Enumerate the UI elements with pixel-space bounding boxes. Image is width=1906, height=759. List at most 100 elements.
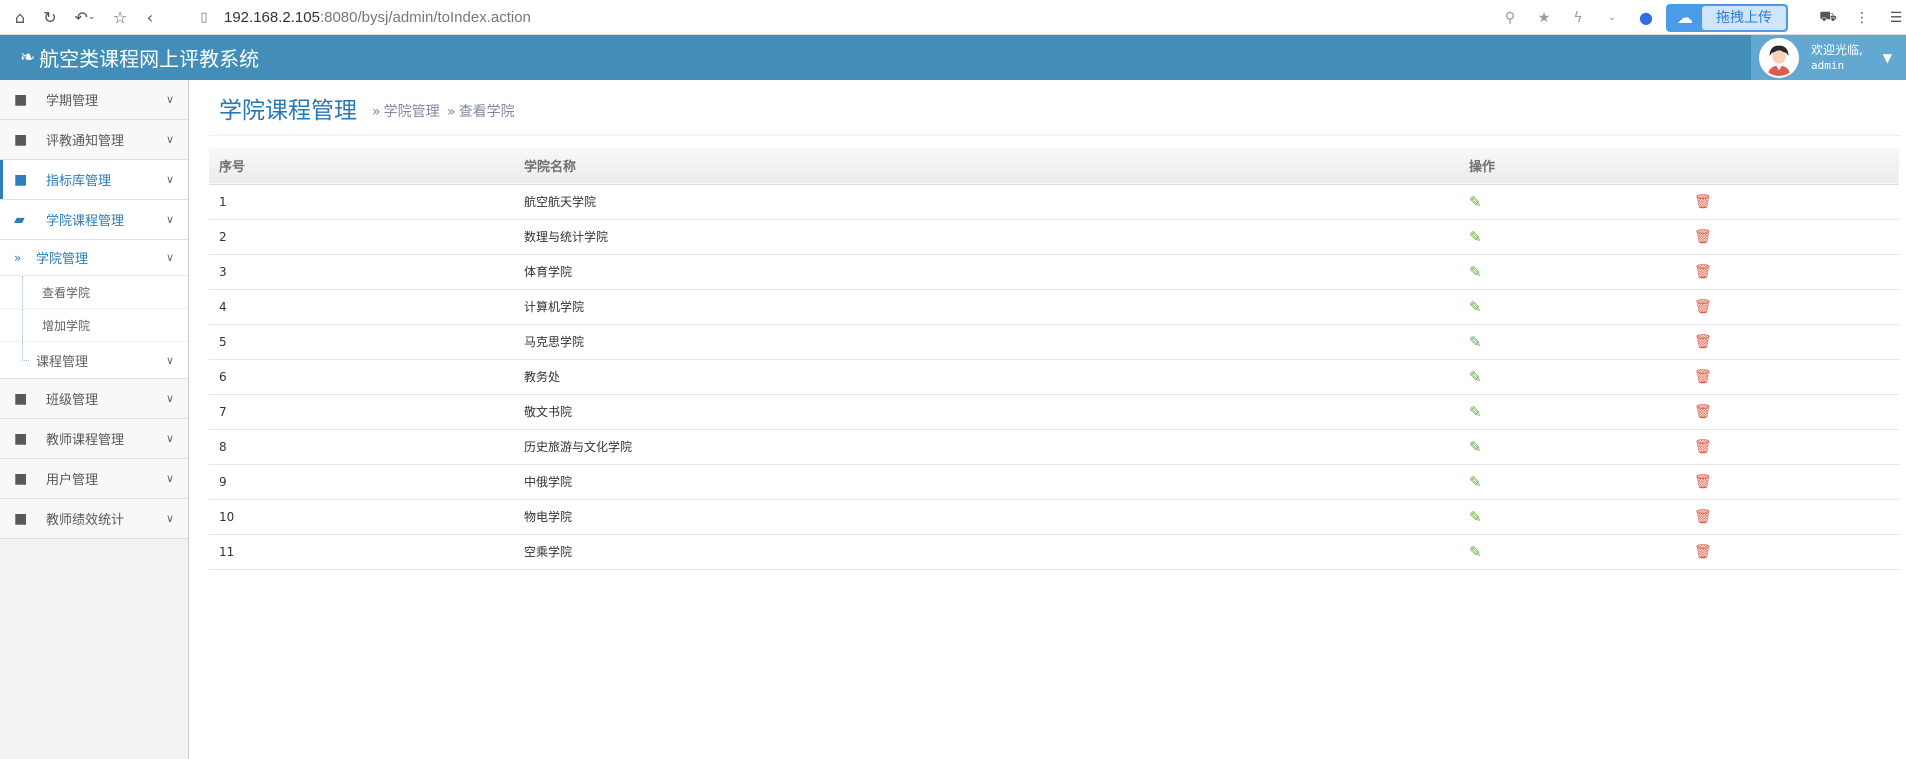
menu-icon[interactable]: ☰ [1886, 8, 1906, 28]
double-angle-right-icon: » [372, 103, 381, 120]
leaf-icon: ❧ [20, 47, 36, 68]
chevron-down-icon: ∨ [165, 353, 174, 367]
cell-index: 7 [219, 404, 227, 419]
lightning-icon[interactable]: ϟ [1568, 8, 1588, 28]
sidebar-subitem-course[interactable]: 课程管理 ∨ [0, 342, 188, 378]
page-header: 学院课程管理 » 学院管理 » 查看学院 [209, 80, 1901, 136]
back-icon[interactable]: ‹ [140, 7, 160, 27]
chevron-down-icon: ∨ [165, 432, 174, 445]
sidebar-item-performance[interactable]: ■ 教师绩效统计 ∨ [0, 499, 188, 539]
table-row: 10 物电学院 ✎ 🗑 [209, 499, 1899, 534]
chevron-down-icon: ∨ [165, 512, 174, 525]
college-table: 序号 学院名称 操作 1 航空航天学院 ✎ 🗑 2 数理与统计学院 ✎ 🗑 3 体育学院 ✎ 🗑 4 计算… [209, 148, 1899, 570]
cell-edit: ✎ [1459, 184, 1684, 219]
edit-icon[interactable]: ✎ [1469, 193, 1482, 211]
favorite-icon[interactable]: ★ [1534, 8, 1554, 28]
cell-delete: 🗑 [1684, 394, 1899, 429]
sidebar-item-college-course[interactable]: ▰ 学院课程管理 ∨ [0, 200, 188, 240]
chevron-down-icon: ∨ [165, 251, 174, 264]
table-row: 4 计算机学院 ✎ 🗑 [209, 289, 1899, 324]
sidebar-item-label: 学院课程管理 [46, 214, 125, 229]
edit-icon[interactable]: ✎ [1469, 508, 1482, 526]
column-header-name: 学院名称 [524, 160, 577, 176]
brand[interactable]: ❧ 航空类课程网上评教系统 [20, 43, 259, 72]
cell-edit: ✎ [1459, 394, 1684, 429]
sidebar-item-notice[interactable]: ■ 评教通知管理 ∨ [0, 120, 188, 160]
edit-icon[interactable]: ✎ [1469, 228, 1482, 246]
edit-icon[interactable]: ✎ [1469, 473, 1482, 491]
sidebar-item-semester[interactable]: ■ 学期管理 ∨ [0, 80, 188, 120]
cell-index: 6 [219, 369, 227, 384]
cell-delete: 🗑 [1684, 534, 1899, 569]
sidebar-item-users[interactable]: ■ 用户管理 ∨ [0, 459, 188, 499]
folder-open-icon: ▰ [14, 211, 25, 228]
bookmark-star-icon[interactable]: ☆ [110, 7, 130, 27]
cell-index: 1 [219, 194, 227, 209]
submenu: » 学院管理 ∨ 查看学院 增加学院 课程管理 ∨ [0, 240, 188, 379]
cell-index: 8 [219, 439, 227, 454]
trash-icon[interactable]: 🗑 [1694, 369, 1712, 385]
app-title: 航空类课程网上评教系统 [39, 47, 260, 71]
sidebar-link-add-college[interactable]: 增加学院 [0, 309, 188, 342]
edit-icon[interactable]: ✎ [1469, 298, 1482, 316]
upload-button[interactable]: ☁ 拖拽上传 [1666, 3, 1788, 32]
cart-icon[interactable]: ⛟ [1818, 8, 1838, 28]
sidebar-item-class[interactable]: ■ 班级管理 ∨ [0, 379, 188, 419]
cell-delete: 🗑 [1684, 429, 1899, 464]
sidebar-item-label: 指标库管理 [46, 174, 112, 189]
edit-icon[interactable]: ✎ [1469, 543, 1482, 561]
reload-icon[interactable]: ↻ [40, 7, 60, 27]
cell-index: 11 [219, 544, 235, 559]
table-body: 1 航空航天学院 ✎ 🗑 2 数理与统计学院 ✎ 🗑 3 体育学院 ✎ 🗑 4 计算机学院 ✎ 🗑 5 马克思学院… [209, 184, 1899, 569]
sidebar-subitem-college[interactable]: » 学院管理 ∨ [0, 240, 188, 276]
edit-icon[interactable]: ✎ [1469, 438, 1482, 456]
table-row: 11 空乘学院 ✎ 🗑 [209, 534, 1899, 569]
trash-icon[interactable]: 🗑 [1694, 474, 1712, 490]
home-icon[interactable]: ⌂ [10, 7, 30, 27]
trash-icon[interactable]: 🗑 [1694, 334, 1712, 350]
sidebar: ■ 学期管理 ∨ ■ 评教通知管理 ∨ ■ 指标库管理 ∨ ▰ 学院课程管理 ∨… [0, 80, 189, 759]
baidu-paw-icon[interactable]: ● [1636, 8, 1656, 28]
edit-icon[interactable]: ✎ [1469, 403, 1482, 421]
trash-icon[interactable]: 🗑 [1694, 439, 1712, 455]
cloud-icon: ☁ [1677, 8, 1693, 27]
cell-index: 9 [219, 474, 227, 489]
sidebar-subitem-label: 学院管理 [36, 252, 89, 267]
cell-college-name: 教务处 [524, 370, 561, 384]
sidebar-item-teacher-course[interactable]: ■ 教师课程管理 ∨ [0, 419, 188, 459]
cell-edit: ✎ [1459, 324, 1684, 359]
folder-icon: ■ [14, 510, 28, 527]
sidebar-link-view-college[interactable]: 查看学院 [0, 276, 188, 309]
double-angle-right-icon: » [447, 103, 456, 120]
breadcrumb-item: 查看学院 [458, 103, 515, 120]
trash-icon[interactable]: 🗑 [1694, 229, 1712, 245]
upload-label: 拖拽上传 [1702, 5, 1786, 30]
trash-icon[interactable]: 🗑 [1694, 194, 1712, 210]
cell-delete: 🗑 [1684, 254, 1899, 289]
table-row: 2 数理与统计学院 ✎ 🗑 [209, 219, 1899, 254]
edit-icon[interactable]: ✎ [1469, 333, 1482, 351]
edit-icon[interactable]: ✎ [1469, 263, 1482, 281]
undo-icon[interactable]: ↶ ⌄ [70, 7, 100, 27]
address-bar[interactable]: 192.168.2.105:8080/bysj/admin/toIndex.ac… [224, 9, 531, 26]
sidebar-item-label: 评教通知管理 [46, 134, 125, 149]
more-icon[interactable]: ⋮ [1852, 8, 1872, 28]
username: admin [1811, 58, 1845, 72]
trash-icon[interactable]: 🗑 [1694, 404, 1712, 420]
cell-index: 3 [219, 264, 227, 279]
edit-icon[interactable]: ✎ [1469, 368, 1482, 386]
caret-down-icon: ▼ [1882, 50, 1892, 65]
cell-index: 2 [219, 229, 227, 244]
url-host: 192.168.2.105 [224, 8, 320, 26]
sidebar-item-indicators[interactable]: ■ 指标库管理 ∨ [0, 160, 188, 200]
cell-delete: 🗑 [1684, 184, 1899, 219]
trash-icon[interactable]: 🗑 [1694, 264, 1712, 280]
cell-college-name: 航空航天学院 [524, 195, 597, 209]
trash-icon[interactable]: 🗑 [1694, 299, 1712, 315]
cell-delete: 🗑 [1684, 499, 1899, 534]
brush-icon[interactable]: ⚲ [1500, 8, 1520, 28]
dropdown-icon[interactable]: ⌄ [1602, 8, 1622, 28]
trash-icon[interactable]: 🗑 [1694, 509, 1712, 525]
user-menu[interactable]: 欢迎光临, admin ▼ [1751, 35, 1906, 80]
trash-icon[interactable]: 🗑 [1694, 544, 1712, 560]
